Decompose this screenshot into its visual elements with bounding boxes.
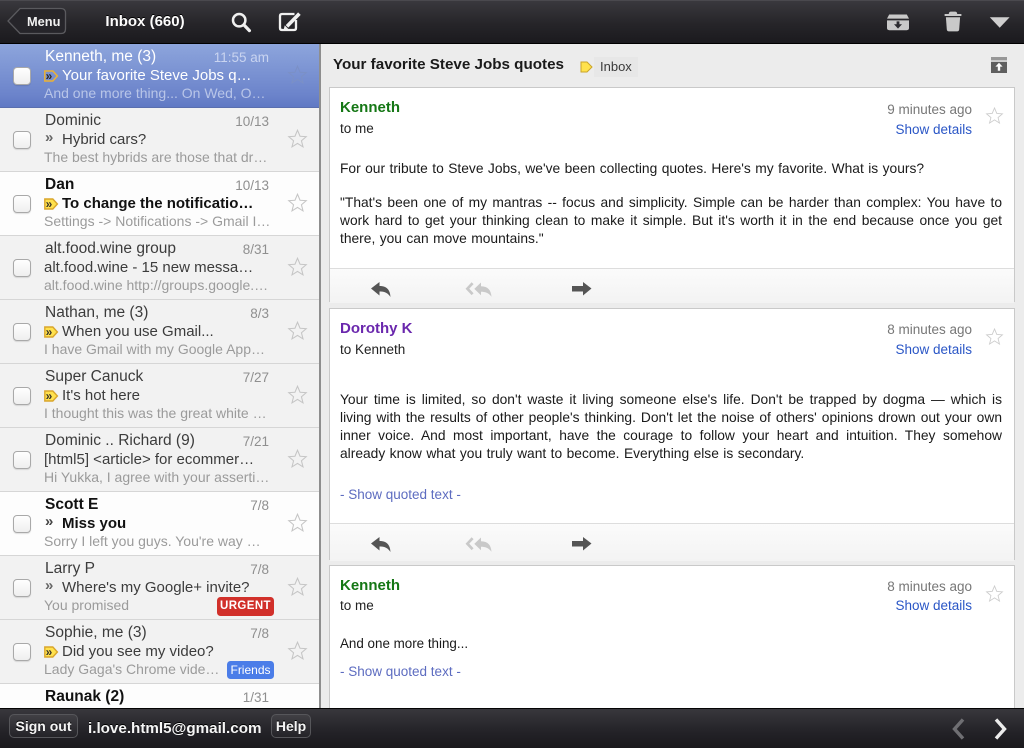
svg-text:»: »	[46, 198, 53, 210]
svg-text:»: »	[46, 70, 53, 82]
svg-text:»: »	[46, 326, 53, 338]
svg-text:»: »	[46, 390, 53, 402]
svg-text:»: »	[46, 646, 53, 658]
